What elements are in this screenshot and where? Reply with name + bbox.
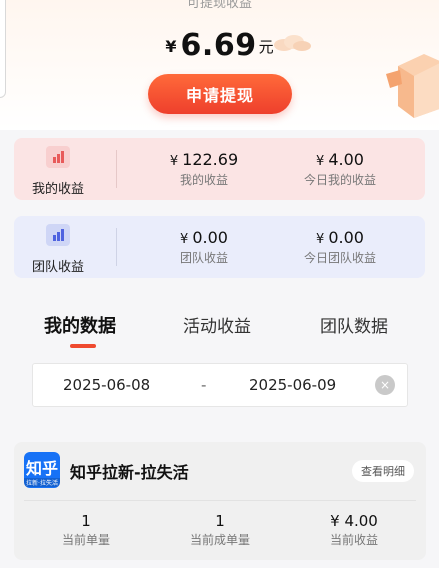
view-details-button[interactable]: 查看明细 [352, 460, 414, 482]
team-income-total: ¥0.00 团队收益 [134, 228, 274, 266]
team-income-today: ¥0.00 今日团队收益 [270, 228, 410, 266]
team-income-total-value: 0.00 [192, 228, 228, 247]
balance-value: 6.69 [180, 28, 257, 63]
my-income-header: 我的收益 [26, 146, 90, 197]
current-completed-orders-label: 当前成单量 [189, 533, 250, 547]
tab-team-data[interactable]: 团队数据 [320, 312, 388, 337]
my-income-today: ¥4.00 今日我的收益 [270, 150, 410, 188]
divider [116, 228, 117, 266]
date-range-picker[interactable]: 2025-06-08 - 2025-06-09 × [32, 363, 408, 407]
current-completed-orders-value: 1 [215, 512, 225, 530]
balance-panel: 可提现收益 ¥6.69 元 申请提现 [0, 0, 439, 130]
current-orders-value: 1 [81, 512, 91, 530]
current-income-value: ¥ 4.00 [330, 512, 378, 530]
cloud-icon [274, 35, 311, 51]
team-income-today-value: 0.00 [328, 228, 364, 247]
logo-text: 知乎 [25, 459, 58, 478]
currency-symbol: ¥ [316, 232, 325, 247]
withdrawable-caption: 可提现收益 [186, 0, 252, 11]
my-income-total-value: 122.69 [182, 150, 239, 169]
date-separator: - [201, 376, 207, 394]
current-income-label: 当前收益 [329, 533, 378, 547]
end-date[interactable]: 2025-06-09 [249, 376, 336, 394]
my-income-today-label: 今日我的收益 [303, 173, 376, 187]
active-tab-indicator [70, 344, 96, 348]
gift-decoration-icon [386, 54, 439, 118]
current-completed-orders: 1 当前成单量 [160, 512, 280, 548]
my-income-total-label: 我的收益 [179, 173, 228, 187]
team-income-card[interactable]: 团队收益 ¥0.00 团队收益 ¥0.00 今日团队收益 [14, 216, 425, 278]
chart-icon [46, 224, 70, 246]
task-title: 知乎拉新-拉失活 [70, 463, 189, 482]
logo-subtext: 拉新·拉失活 [24, 478, 60, 487]
my-income-card[interactable]: 我的收益 ¥122.69 我的收益 ¥4.00 今日我的收益 [14, 138, 425, 200]
divider [116, 150, 117, 188]
current-orders: 1 当前单量 [26, 512, 146, 548]
currency-symbol: ¥ [316, 154, 325, 169]
team-income-header: 团队收益 [26, 224, 90, 275]
task-card[interactable]: 知乎 拉新·拉失活 知乎拉新-拉失活 查看明细 1 当前单量 1 当前成单量 ¥… [14, 442, 426, 560]
currency-symbol: ¥ [169, 154, 179, 169]
currency-symbol: ¥ [165, 37, 177, 56]
clear-icon[interactable]: × [375, 375, 395, 395]
currency-symbol: ¥ [180, 232, 189, 247]
my-income-label: 我的收益 [31, 182, 84, 197]
current-income: ¥ 4.00 当前收益 [294, 512, 414, 548]
withdraw-button[interactable]: 申请提现 [148, 74, 292, 114]
current-orders-label: 当前单量 [61, 533, 110, 547]
my-income-today-value: 4.00 [328, 150, 364, 169]
zhihu-logo: 知乎 拉新·拉失活 [24, 452, 60, 488]
team-income-total-label: 团队收益 [179, 251, 228, 265]
my-income-total: ¥122.69 我的收益 [134, 150, 274, 188]
team-income-label: 团队收益 [31, 260, 84, 275]
tab-my-data[interactable]: 我的数据 [44, 312, 116, 338]
team-income-today-label: 今日团队收益 [303, 251, 376, 265]
tab-activity-income[interactable]: 活动收益 [183, 312, 251, 337]
balance-amount: ¥6.69 元 [0, 28, 439, 63]
chart-icon [46, 146, 70, 168]
start-date[interactable]: 2025-06-08 [63, 376, 150, 394]
divider [24, 500, 416, 501]
data-tabs: 我的数据 活动收益 团队数据 [0, 312, 439, 352]
